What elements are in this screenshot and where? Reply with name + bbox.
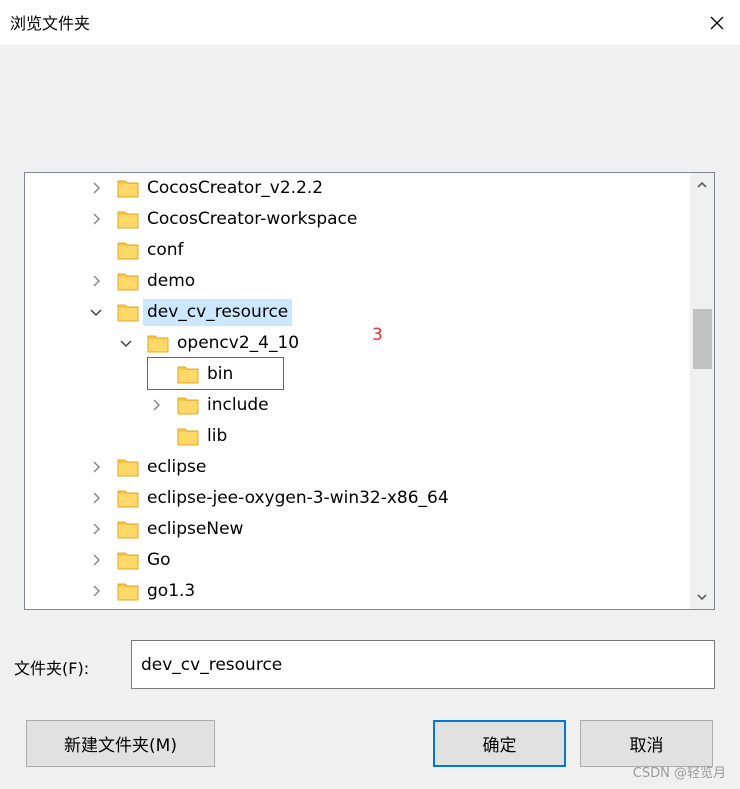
chevron-right-icon[interactable]: [88, 521, 104, 537]
chevron-right-icon[interactable]: [88, 180, 104, 196]
chevron-right-icon[interactable]: [88, 583, 104, 599]
cancel-button[interactable]: 取消: [580, 720, 713, 767]
folder-path-input[interactable]: [131, 640, 715, 689]
tree-item-label: CocosCreator_v2.2.2: [147, 178, 324, 198]
folder-icon: [117, 457, 139, 477]
folder-icon: [117, 519, 139, 539]
tree-item-label: CocosCreator-workspace: [147, 209, 358, 229]
folder-icon: [177, 426, 199, 446]
tree-item-label: opencv2_4_10: [177, 333, 300, 353]
tree-item-label: demo: [147, 271, 196, 291]
annotation-number: 3: [372, 325, 383, 345]
scrollbar-thumb[interactable]: [693, 309, 712, 369]
tree-item[interactable]: dev_cv_resource: [25, 297, 690, 328]
dialog-title: 浏览文件夹: [10, 14, 91, 33]
new-folder-button[interactable]: 新建文件夹(M): [26, 720, 215, 767]
scroll-up-button[interactable]: [690, 173, 714, 197]
tree-item-label: eclipse-jee-oxygen-3-win32-x86_64: [147, 488, 449, 508]
folder-icon: [117, 581, 139, 601]
tree-item[interactable]: go1.3: [25, 576, 690, 607]
tree-item[interactable]: eclipse: [25, 452, 690, 483]
tree-item[interactable]: bin: [25, 359, 690, 390]
chevron-down-icon: [697, 594, 707, 601]
tree-item-label: go1.3: [147, 581, 196, 601]
tree-item-label: eclipse: [147, 457, 207, 477]
chevron-down-icon[interactable]: [118, 335, 134, 351]
close-button[interactable]: [694, 0, 740, 45]
tree-item[interactable]: eclipse-jee-oxygen-3-win32-x86_64: [25, 483, 690, 514]
chevron-right-icon[interactable]: [88, 459, 104, 475]
chevron-right-icon[interactable]: [88, 490, 104, 506]
tree-item[interactable]: opencv2_4_10: [25, 328, 690, 359]
folder-icon: [147, 333, 169, 353]
chevron-right-icon[interactable]: [88, 273, 104, 289]
tree-item[interactable]: CocosCreator-workspace: [25, 204, 690, 235]
folder-icon: [117, 209, 139, 229]
folder-icon: [117, 240, 139, 260]
tree-item[interactable]: CocosCreator_v2.2.2: [25, 173, 690, 204]
folder-tree[interactable]: go1.3 Go eclipseNew eclipse-jee-oxygen-3-wi…: [24, 172, 715, 610]
folder-icon: [117, 178, 139, 198]
watermark: CSDN @轻览月: [632, 766, 726, 781]
folder-icon: [177, 395, 199, 415]
folder-icon: [117, 488, 139, 508]
highlight-box: [147, 357, 284, 390]
chevron-right-icon[interactable]: [88, 552, 104, 568]
close-icon: [710, 16, 724, 29]
tree-item[interactable]: demo: [25, 266, 690, 297]
tree-item-label: dev_cv_resource: [143, 299, 293, 326]
chevron-up-icon: [697, 181, 707, 188]
ok-button[interactable]: 确定: [433, 720, 566, 767]
folder-icon: [117, 302, 139, 322]
tree-item[interactable]: conf: [25, 235, 690, 266]
tree-item[interactable]: Go: [25, 545, 690, 576]
chevron-right-icon[interactable]: [148, 397, 164, 413]
tree-item-label: Go: [147, 550, 171, 570]
tree-item-label: lib: [207, 426, 228, 446]
folder-icon: [117, 550, 139, 570]
folder-field-label: 文件夹(F):: [14, 659, 90, 678]
folder-icon: [117, 271, 139, 291]
tree-item[interactable]: lib: [25, 421, 690, 452]
vertical-scrollbar[interactable]: [690, 173, 714, 609]
title-bar: 浏览文件夹: [0, 0, 740, 45]
tree-item-label: include: [207, 395, 269, 415]
chevron-right-icon[interactable]: [88, 211, 104, 227]
tree-item[interactable]: eclipseNew: [25, 514, 690, 545]
tree-item-label: conf: [147, 240, 184, 260]
chevron-down-icon[interactable]: [88, 304, 104, 320]
tree-item[interactable]: include: [25, 390, 690, 421]
scroll-down-button[interactable]: [690, 585, 714, 609]
tree-item-label: eclipseNew: [147, 519, 244, 539]
